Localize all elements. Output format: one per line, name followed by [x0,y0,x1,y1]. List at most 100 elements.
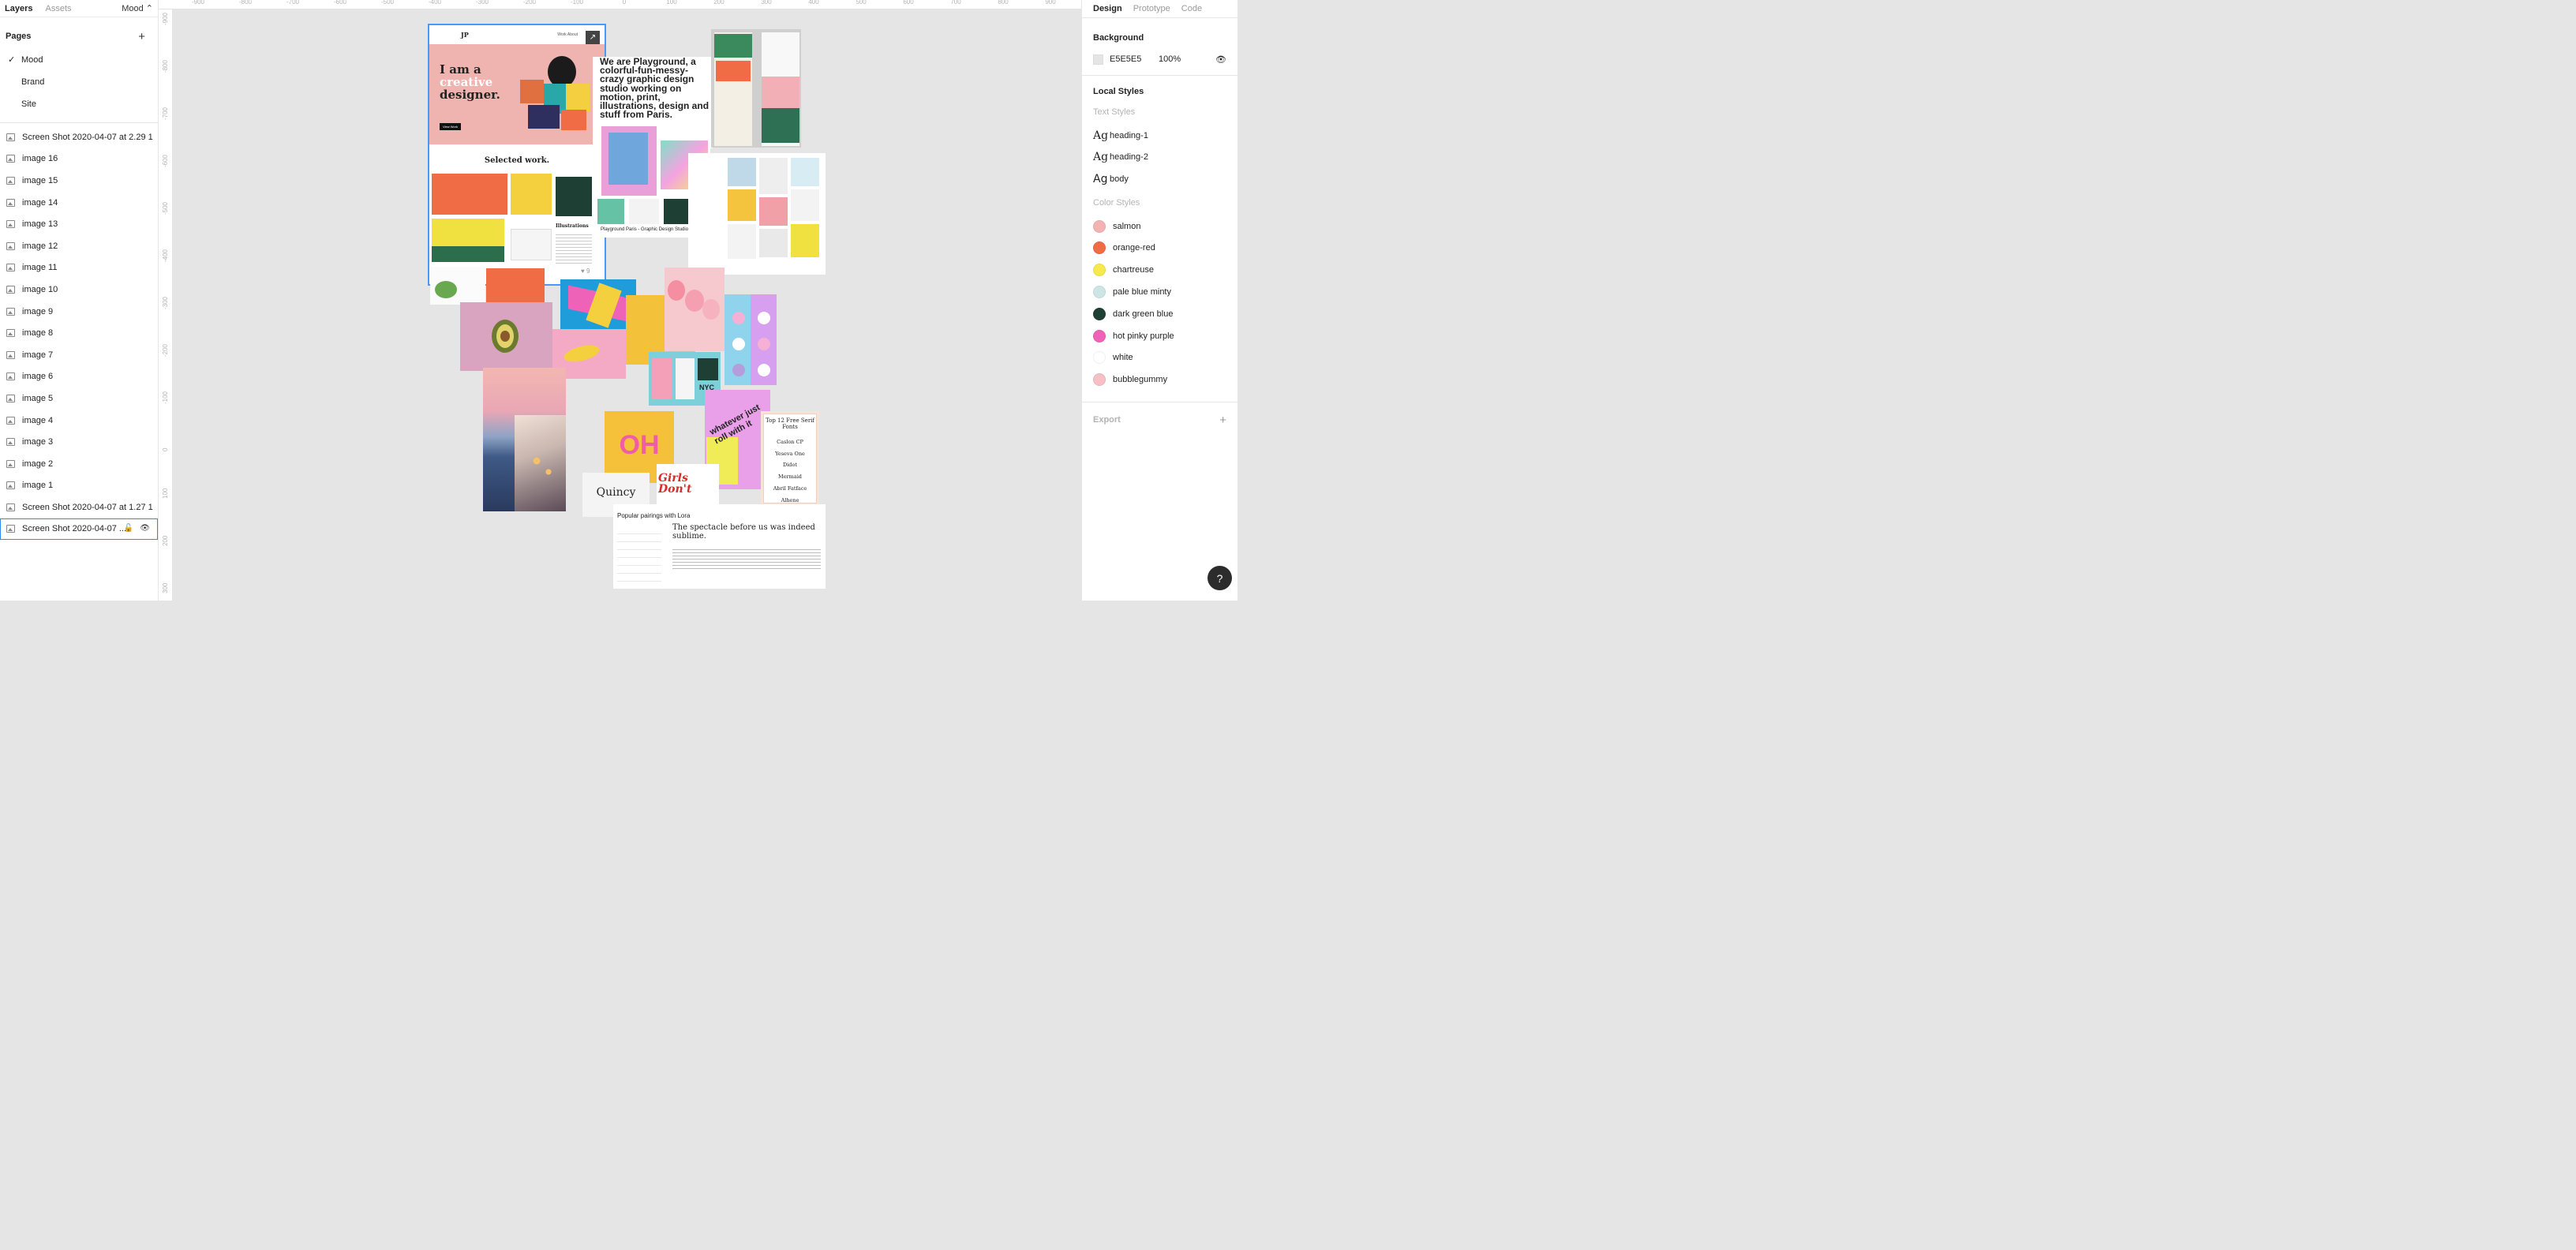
layer-item[interactable]: image 11 [0,257,158,279]
layer-item[interactable]: Screen Shot 2020-04-07 at 2.29 1 [0,126,158,148]
santorini-photo[interactable] [483,368,566,511]
background-hex[interactable]: E5E5E5 [1110,54,1159,64]
layer-item[interactable]: image 4 [0,410,158,432]
add-page-icon[interactable]: + [138,31,152,43]
posters-grid-image[interactable] [688,153,826,275]
page-item-mood[interactable]: ✓ Mood [0,49,158,71]
layer-label: image 13 [22,219,58,230]
site-logo: JP [461,31,469,39]
ruler-tick: 300 [761,0,772,6]
layer-label: Screen Shot 2020-04-07 ... [22,524,127,534]
ruler-tick: 700 [950,0,961,6]
text-style-item[interactable]: Ag heading-2 [1082,147,1237,169]
ruler-tick: -300 [475,0,489,6]
balloons-image[interactable] [665,268,724,351]
layer-item[interactable]: image 7 [0,344,158,366]
card-text [556,232,592,264]
playground-headline: We are Playground, a colorful-fun-messy-… [600,57,710,121]
text-styles-list: Ag heading-1 Ag heading-2 Ag body [1082,125,1237,190]
layer-item[interactable]: image 14 [0,192,158,214]
page-switcher[interactable]: Mood ⌃ [122,3,153,14]
color-style-item[interactable]: salmon [1082,215,1237,238]
layer-item[interactable]: image 12 [0,235,158,257]
color-style-item[interactable]: pale blue minty [1082,281,1237,303]
eye-icon[interactable]: 👁 [1215,54,1226,65]
ruler-tick: -800 [162,59,169,73]
ruler-tick: 300 [162,582,169,593]
tab-prototype[interactable]: Prototype [1133,4,1170,13]
color-styles-title: Color Styles [1093,197,1140,208]
color-style-item[interactable]: dark green blue [1082,303,1237,325]
layer-row-tools: 🔓 👁 [124,524,150,533]
divider [0,122,158,123]
ruler-tick: -800 [238,0,253,6]
layer-item[interactable]: image 16 [0,148,158,170]
layer-item[interactable]: image 1 [0,475,158,497]
tab-design[interactable]: Design [1093,4,1122,13]
layer-item[interactable]: image 5 [0,387,158,410]
text-style-item[interactable]: Ag heading-1 [1082,125,1237,147]
site-screenshot-frame[interactable]: JP Work About ↗ I am a creative designer… [428,24,606,286]
tab-assets[interactable]: Assets [45,4,71,13]
ruler-tick: -900 [191,0,205,6]
hero-line-1: I am a [440,62,481,77]
layer-item[interactable]: image 13 [0,213,158,235]
image-layer-icon [6,481,15,490]
ruler-tick: -500 [380,0,395,6]
layer-label: image 2 [22,458,54,469]
canvas[interactable]: JP Work About ↗ I am a creative designer… [173,10,1081,601]
layer-item[interactable]: image 10 [0,279,158,301]
background-swatch[interactable] [1093,54,1103,65]
layer-item[interactable]: image 8 [0,322,158,344]
avocado-image[interactable] [460,302,552,371]
tab-code[interactable]: Code [1181,4,1202,13]
layer-item[interactable]: image 6 [0,366,158,388]
image-orange-ui[interactable] [486,268,545,303]
external-link-icon[interactable]: ↗ [586,31,600,45]
unlock-icon[interactable]: 🔓 [124,524,133,533]
work-thumb-1 [432,174,507,215]
card-title: Illustrations [556,223,589,229]
color-swatch [1093,351,1106,365]
donuts-image[interactable] [724,294,777,385]
page-label: Brand [21,77,45,87]
lora-pairings-image[interactable]: Popular pairings with Lora The spectacle… [613,504,826,589]
fonts-list-items: Caslon CP Yeseva One Didot Mermaid Abril Fat… [764,436,816,506]
background-opacity[interactable]: 100% [1159,54,1181,64]
ruler-tick: -600 [162,154,169,167]
color-swatch [1093,329,1106,342]
color-style-item[interactable]: bubblegummy [1082,369,1237,391]
help-button[interactable]: ? [1208,566,1232,590]
color-style-label: hot pinky purple [1113,331,1174,341]
layer-item[interactable]: image 2 [0,453,158,475]
eye-icon[interactable]: 👁 [140,524,150,533]
color-style-label: dark green blue [1113,309,1174,319]
color-style-item[interactable]: orange-red [1082,238,1237,260]
ruler-tick: -300 [162,296,169,309]
color-style-item[interactable]: hot pinky purple [1082,325,1237,347]
abstract-shapes-image[interactable] [560,279,636,329]
text-style-item[interactable]: Ag body [1082,168,1237,190]
layer-item[interactable]: image 3 [0,431,158,453]
layer-item[interactable]: Screen Shot 2020-04-07 ... 🔓 👁 [0,518,158,541]
page-item-brand[interactable]: Brand [0,71,158,93]
lora-title: Popular pairings with Lora [617,512,691,519]
layer-item[interactable]: image 15 [0,170,158,192]
image-layer-icon [6,329,15,338]
color-style-item[interactable]: chartreuse [1082,259,1237,281]
oh-text: OH [619,430,660,460]
layer-item[interactable]: Screen Shot 2020-04-07 at 1.27 1 [0,496,158,518]
background-fill-row[interactable]: E5E5E5 100% 👁 [1082,48,1237,70]
color-style-item[interactable]: white [1082,347,1237,369]
tab-layers[interactable]: Layers [5,4,32,13]
layers-panel: Layers Assets Mood ⌃ Pages + ✓ Mood Bran… [0,0,159,601]
serif-fonts-list-image[interactable]: Top 12 Free Serif Fonts Caslon CP Yeseva … [761,411,819,506]
image-form-thumbs[interactable] [430,267,485,305]
add-export-icon[interactable]: + [1219,414,1226,427]
layer-item[interactable]: image 9 [0,301,158,323]
ruler-tick: -400 [162,249,169,262]
page-item-site[interactable]: Site [0,93,158,115]
girls-dont-poster[interactable]: Girls Don't [657,464,719,504]
web-mock-green-image[interactable] [711,29,801,148]
layer-label: image 6 [22,372,54,382]
